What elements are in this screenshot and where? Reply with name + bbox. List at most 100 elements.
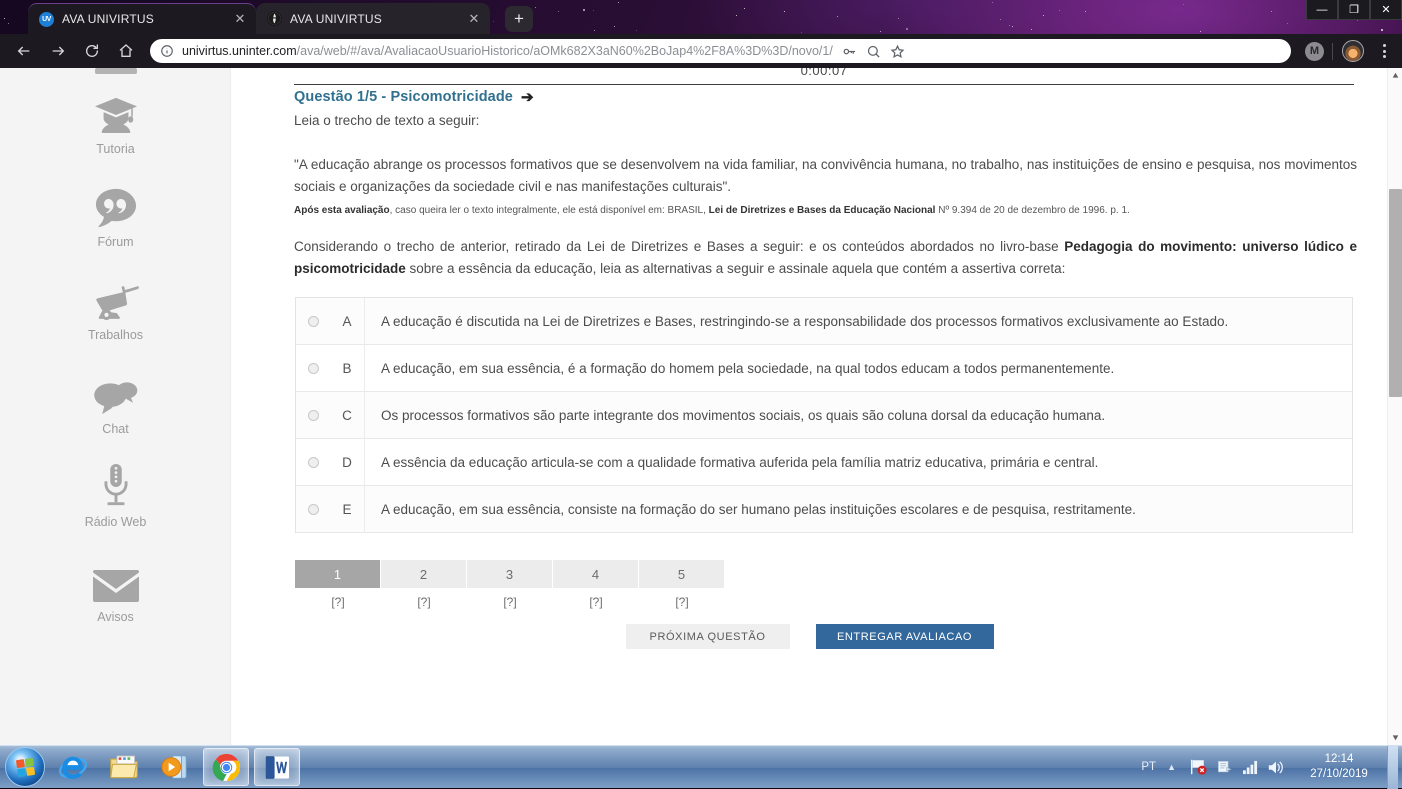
kebab-menu-icon[interactable] — [1373, 40, 1395, 62]
radio-cell[interactable] — [296, 363, 330, 374]
question-nav-item-3[interactable]: 3 [?] — [467, 560, 553, 609]
star-icon[interactable] — [887, 40, 909, 62]
radio-cell[interactable] — [296, 457, 330, 468]
microphone-icon — [99, 463, 133, 509]
question-nav-status: [?] — [331, 595, 344, 609]
question-nav-number[interactable]: 2 — [381, 560, 467, 588]
question-navigator: 1 [?] 2 [?] 3 [?] 4 [?] 5 [?] — [295, 560, 725, 609]
back-arrow-icon[interactable] — [10, 37, 38, 65]
radio-button-icon[interactable] — [308, 504, 319, 515]
radio-cell[interactable] — [296, 316, 330, 327]
windows-explorer-icon[interactable] — [101, 748, 147, 786]
alternative-letter: D — [330, 455, 364, 470]
question-nav-number[interactable]: 5 — [639, 560, 725, 588]
page-viewport: Tutoria Fórum — [0, 68, 1402, 745]
sidebar-item-label: Chat — [102, 422, 128, 436]
alternative-text: A educação, em sua essência, consiste na… — [365, 502, 1352, 517]
page-scrollbar[interactable] — [1387, 68, 1402, 745]
sidebar-item-trabalhos[interactable]: Trabalhos — [0, 276, 231, 342]
window-controls: — ❐ ✕ — [1306, 0, 1402, 20]
taskbar-clock[interactable]: 12:14 27/10/2019 — [1297, 752, 1381, 782]
toolbar-right: M — [1299, 40, 1402, 62]
source-bold-1: Após esta avaliação — [294, 205, 390, 216]
question-prompt: Considerando o trecho de anterior, retir… — [294, 236, 1357, 279]
profile-avatar[interactable] — [1342, 40, 1364, 62]
question-nav-item-4[interactable]: 4 [?] — [553, 560, 639, 609]
show-desktop-button[interactable] — [1387, 746, 1398, 789]
radio-cell[interactable] — [296, 410, 330, 421]
alternative-option[interactable]: D A essência da educação articula-se com… — [296, 439, 1352, 486]
clock-date: 27/10/2019 — [1310, 768, 1368, 780]
question-nav-item-5[interactable]: 5 [?] — [639, 560, 725, 609]
extension-badge-icon[interactable]: M — [1305, 42, 1324, 61]
scroll-up-arrow-icon[interactable] — [1388, 68, 1402, 83]
sidebar-item-label: Avisos — [97, 610, 134, 624]
sidebar-item-tutoria[interactable]: Tutoria — [0, 90, 231, 156]
new-tab-button[interactable]: + — [505, 6, 533, 32]
question-nav-item-1[interactable]: 1 [?] — [295, 560, 381, 609]
question-nav-number[interactable]: 4 — [553, 560, 639, 588]
windows-start-orb-icon[interactable] — [5, 747, 45, 787]
home-icon[interactable] — [112, 37, 140, 65]
alternative-option[interactable]: A A educação é discutida na Lei de Diret… — [296, 298, 1352, 345]
forward-arrow-icon[interactable] — [44, 37, 72, 65]
google-chrome-icon[interactable] — [203, 748, 249, 786]
globe-icon — [267, 11, 282, 26]
url-host: univirtus.uninter.com — [182, 44, 297, 58]
question-nav-status: [?] — [675, 595, 688, 609]
scrollbar-thumb[interactable] — [1389, 189, 1402, 397]
submit-exam-button[interactable]: ENTREGAR AVALIACAO — [816, 624, 994, 649]
microsoft-word-icon[interactable] — [254, 748, 300, 786]
close-icon[interactable]: ✕ — [232, 11, 248, 27]
sidebar-item-avisos[interactable]: Avisos — [0, 558, 231, 624]
password-key-icon[interactable] — [839, 40, 861, 62]
alternative-option[interactable]: E A educação, em sua essência, consiste … — [296, 486, 1352, 533]
question-nav-item-2[interactable]: 2 [?] — [381, 560, 467, 609]
sidebar-cut-item — [0, 68, 231, 78]
speaker-icon[interactable] — [1265, 756, 1287, 778]
question-nav-number[interactable]: 1 — [295, 560, 381, 588]
scroll-down-arrow-icon[interactable] — [1388, 730, 1402, 745]
browser-tab-1[interactable]: UV AVA UNIVIRTUS ✕ — [28, 3, 256, 34]
radio-button-icon[interactable] — [308, 316, 319, 327]
zoom-out-icon[interactable] — [863, 40, 885, 62]
question-title: Questão 1/5 - Psicomotricidade ➔ — [294, 88, 534, 106]
exam-actions: PRÓXIMA QUESTÃO ENTREGAR AVALIACAO — [231, 624, 1388, 649]
close-icon[interactable]: ✕ — [466, 11, 482, 27]
course-sidebar: Tutoria Fórum — [0, 68, 231, 745]
exam-timer: 0:00:07 — [294, 68, 1354, 78]
signal-bars-icon[interactable] — [1239, 756, 1261, 778]
browser-tab-2[interactable]: AVA UNIVIRTUS ✕ — [256, 3, 490, 34]
alternative-option[interactable]: B A educação, em sua essência, é a forma… — [296, 345, 1352, 392]
uv-logo-icon: UV — [39, 12, 54, 27]
chevron-up-icon[interactable]: ▲ — [1167, 762, 1176, 772]
maximize-button[interactable]: ❐ — [1338, 0, 1370, 20]
question-nav-status: [?] — [503, 595, 516, 609]
wheelbarrow-icon — [91, 276, 141, 322]
address-bar[interactable]: univirtus.uninter.com/ava/web/#/ava/Aval… — [150, 39, 1291, 63]
radio-button-icon[interactable] — [308, 457, 319, 468]
toolbar-divider — [1332, 43, 1333, 60]
radio-button-icon[interactable] — [308, 410, 319, 421]
minimize-button[interactable]: — — [1306, 0, 1338, 20]
radio-button-icon[interactable] — [308, 363, 319, 374]
radio-cell[interactable] — [296, 504, 330, 515]
sidebar-item-label: Trabalhos — [88, 328, 143, 342]
reload-icon[interactable] — [78, 37, 106, 65]
quote-bubble-icon — [94, 183, 138, 229]
close-window-button[interactable]: ✕ — [1370, 0, 1402, 20]
alternative-option[interactable]: C Os processos formativos são parte inte… — [296, 392, 1352, 439]
sidebar-item-radio-web[interactable]: Rádio Web — [0, 463, 231, 529]
source-bold-2: Lei de Diretrizes e Bases da Educação Na… — [709, 205, 936, 216]
site-info-icon[interactable] — [160, 44, 174, 58]
question-nav-number[interactable]: 3 — [467, 560, 553, 588]
prompt-part-2: sobre a essência da educação, leia as al… — [406, 261, 1066, 276]
flag-alert-icon[interactable] — [1187, 756, 1209, 778]
sidebar-item-chat[interactable]: Chat — [0, 370, 231, 436]
language-indicator[interactable]: PT — [1141, 761, 1156, 773]
network-icon[interactable] — [1213, 756, 1235, 778]
next-question-button[interactable]: PRÓXIMA QUESTÃO — [626, 624, 790, 649]
internet-explorer-icon[interactable] — [50, 748, 96, 786]
media-player-icon[interactable] — [152, 748, 198, 786]
sidebar-item-forum[interactable]: Fórum — [0, 183, 231, 249]
